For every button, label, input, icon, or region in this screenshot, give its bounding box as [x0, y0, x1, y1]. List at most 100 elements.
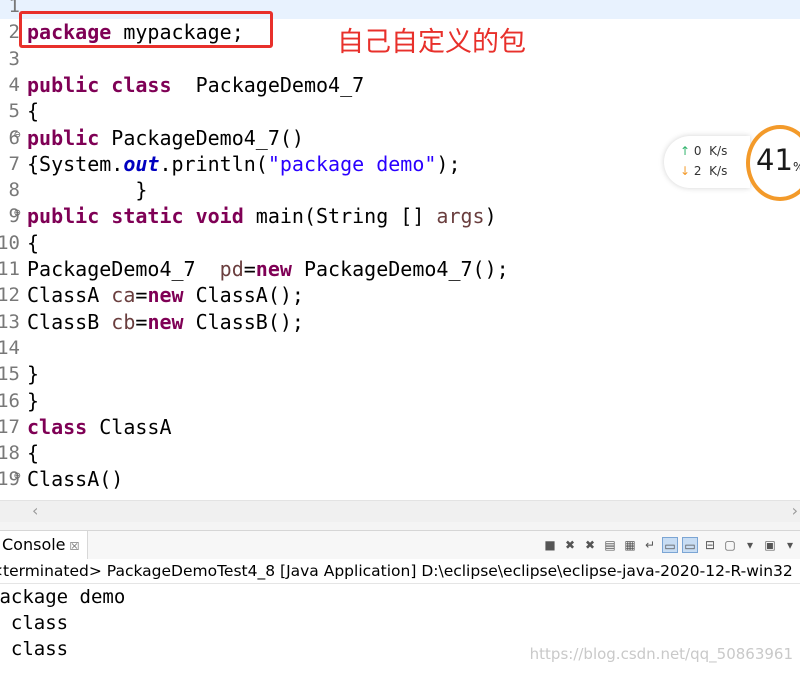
code-token: main(String []: [243, 204, 437, 229]
fold-toggle-icon[interactable]: ⊖: [14, 122, 21, 148]
gauge-value: 41: [756, 143, 793, 177]
tab-console[interactable]: Console ☒: [0, 531, 89, 559]
code-token: ClassA(): [27, 467, 124, 492]
code-editor[interactable]: 1 2 package mypackage; 3 4 public class Packa…: [0, 0, 800, 500]
code-token: new: [255, 257, 292, 281]
code-token: .println(: [159, 151, 268, 176]
clear-console-icon[interactable]: ▤: [602, 537, 618, 553]
scroll-lock-icon[interactable]: ▦: [622, 537, 638, 553]
code-token: }: [27, 388, 40, 413]
line-number: 7: [8, 152, 20, 175]
dropdown-icon[interactable]: ▾: [742, 537, 758, 553]
code-token: out: [123, 151, 160, 176]
dropdown-icon[interactable]: ▾: [782, 537, 798, 553]
display-console-icon[interactable]: ▢: [722, 537, 738, 553]
line-number: 18: [0, 442, 20, 465]
code-token: PackageDemo4_7: [171, 72, 365, 97]
code-token: ca: [111, 283, 136, 308]
download-unit: K/s: [709, 164, 728, 178]
code-token: new: [147, 283, 184, 308]
line-number: 16: [0, 389, 20, 412]
console-status-text: <terminated> PackageDemoTest4_8 [Java Ap…: [0, 562, 793, 580]
show-stderr-icon[interactable]: ▭: [682, 537, 698, 553]
console-output-line: package demo: [0, 586, 126, 608]
line-number: 11: [0, 258, 20, 280]
code-token: PackageDemo4_7(): [99, 125, 304, 150]
download-speed: 2: [693, 164, 702, 178]
code-token: =: [243, 257, 256, 281]
line-number: 4: [8, 73, 20, 96]
code-token: }: [27, 362, 40, 387]
upload-arrow-icon: ↑: [680, 144, 691, 158]
console-output-line: A class: [10, 612, 69, 634]
panel-divider[interactable]: [0, 522, 800, 531]
code-token: ClassA: [87, 414, 172, 439]
code-token: cb: [111, 309, 136, 334]
code-token: );: [436, 151, 461, 176]
code-token: ClassA: [27, 283, 112, 308]
code-text: {: [27, 440, 39, 466]
code-text: ClassA(): [27, 466, 123, 492]
fold-toggle-icon[interactable]: ⊖: [14, 200, 21, 226]
code-token: args: [436, 204, 485, 229]
code-token: ClassB: [27, 309, 112, 334]
remove-all-icon[interactable]: ✖: [582, 537, 598, 553]
code-token: ): [484, 204, 497, 229]
line-number: 5: [8, 100, 20, 123]
code-token: {: [27, 230, 40, 255]
annotation-label: 自己自定义的包: [337, 27, 526, 58]
code-token: =: [135, 283, 148, 308]
code-token: class: [111, 72, 172, 97]
console-tools: ■ ✖ ✖ ▤ ▦ ↵ ▭ ▭ ⊟ ▢ ▾ ▣ ▾: [542, 536, 798, 554]
word-wrap-icon[interactable]: ↵: [642, 537, 658, 553]
console-status: <terminated> PackageDemoTest4_8 [Java Ap…: [0, 559, 800, 584]
code-text: ClassA ca=new ClassA();: [27, 282, 304, 308]
code-token: ClassA();: [183, 283, 304, 308]
line-number: 14: [0, 336, 20, 359]
watermark: https://blog.csdn.net/qq_50863961: [529, 645, 793, 663]
code-token: PackageDemo4_7: [27, 257, 220, 281]
code-token: {: [27, 441, 40, 466]
code-text: }: [27, 388, 39, 414]
code-token: new: [147, 309, 184, 334]
code-text: public class PackageDemo4_7: [27, 72, 364, 98]
line-number: 13: [0, 310, 20, 333]
gauge-unit: %: [793, 160, 800, 174]
line-number: 12: [0, 284, 20, 307]
show-stdout-icon[interactable]: ▭: [662, 537, 678, 553]
line-number: 10: [0, 231, 20, 254]
code-token: }: [27, 178, 148, 203]
line-number: 3: [8, 47, 20, 70]
upload-unit: K/s: [709, 144, 728, 158]
code-token: void: [195, 204, 244, 229]
scroll-right-icon[interactable]: ›: [792, 501, 798, 520]
remove-launch-icon[interactable]: ✖: [562, 537, 578, 553]
console-toolbar: Console ☒ ■ ✖ ✖ ▤ ▦ ↵ ▭ ▭ ⊟ ▢ ▾ ▣ ▾: [0, 531, 800, 559]
code-text: public static void main(String [] args): [27, 203, 497, 229]
fold-toggle-icon[interactable]: ⊖: [14, 463, 21, 489]
line-number: 15: [0, 363, 20, 386]
console-tab-label: Console: [2, 535, 66, 554]
horizontal-scrollbar[interactable]: ‹ ›: [0, 500, 800, 523]
upload-speed: 0: [693, 144, 702, 158]
download-arrow-icon: ↓: [680, 164, 691, 178]
code-text: class ClassA: [27, 414, 172, 440]
stop-icon[interactable]: ■: [542, 537, 558, 553]
code-text: {: [27, 98, 39, 124]
scroll-left-icon[interactable]: ‹: [32, 501, 38, 520]
new-console-icon[interactable]: ▣: [762, 537, 778, 553]
network-speed-widget[interactable]: ↑ 0 K/s ↓ 2 K/s: [664, 136, 750, 188]
console-output-line: B class: [10, 638, 69, 660]
line-number: 2: [8, 21, 20, 44]
code-token: ClassB();: [183, 309, 304, 334]
line-number: 8: [8, 179, 20, 202]
code-token: =: [135, 309, 148, 334]
pin-console-icon[interactable]: ⊟: [702, 537, 718, 553]
code-text: PackageDemo4_7 pd=new PackageDemo4_7();: [27, 256, 509, 282]
code-token: {System.: [27, 151, 124, 176]
close-icon[interactable]: ☒: [70, 540, 80, 553]
code-token: "package demo": [267, 151, 437, 176]
package-highlight-box: [19, 11, 273, 48]
